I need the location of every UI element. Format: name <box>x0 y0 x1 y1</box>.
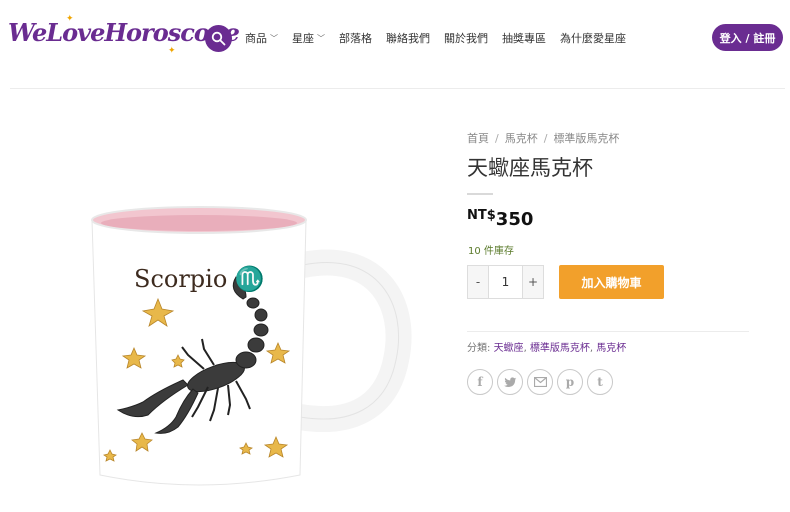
nav-item-products[interactable]: 商品 ﹀ <box>245 30 278 46</box>
share-buttons: f p t <box>467 369 613 395</box>
quantity-plus-button[interactable]: + <box>523 266 543 298</box>
mug-caption: Scorpio ♏ <box>134 265 265 293</box>
category-link-standard-mugs[interactable]: 標準版馬克杯 <box>530 343 590 354</box>
quantity-input[interactable] <box>488 266 523 298</box>
main-nav: 商品 ﹀ 星座 ﹀ 部落格 聯絡我們 關於我們 抽獎專區 為什麼愛星座 <box>245 30 640 46</box>
price-amount: 350 <box>495 209 534 230</box>
site-logo[interactable]: WeLoveHoroscope ✦ ✦ <box>8 12 240 64</box>
pinterest-icon: p <box>565 375 575 389</box>
logo-star-icon: ✦ <box>168 46 176 56</box>
nav-item-about[interactable]: 關於我們 <box>444 30 488 46</box>
facebook-share-button[interactable]: f <box>467 369 493 395</box>
category-label: 分類: <box>467 343 491 354</box>
header-divider <box>10 88 785 89</box>
logo-star-icon: ✦ <box>66 14 74 24</box>
nav-item-label: 抽獎專區 <box>502 32 546 45</box>
twitter-share-button[interactable] <box>497 369 523 395</box>
product-categories: 分類: 天蠍座, 標準版馬克杯, 馬克杯 <box>467 343 627 354</box>
stock-status: 10 件庫存 <box>468 246 514 257</box>
email-icon <box>533 377 547 387</box>
breadcrumb: 首頁 / 馬克杯 / 標準版馬克杯 <box>467 132 620 145</box>
facebook-icon: f <box>477 375 483 389</box>
nav-item-label: 聯絡我們 <box>386 32 430 45</box>
pinterest-share-button[interactable]: p <box>557 369 583 395</box>
quantity-stepper: - + <box>467 265 544 299</box>
tumblr-share-button[interactable]: t <box>587 369 613 395</box>
nav-item-label: 為什麼愛星座 <box>560 32 626 45</box>
twitter-icon <box>503 376 516 387</box>
product-title: 天蠍座馬克杯 <box>467 156 593 180</box>
chevron-down-icon: ﹀ <box>317 33 325 43</box>
search-button[interactable] <box>205 25 232 52</box>
nav-item-blog[interactable]: 部落格 <box>339 30 372 46</box>
site-header: WeLoveHoroscope ✦ ✦ 商品 ﹀ 星座 ﹀ 部落格 聯絡我們 關… <box>0 0 790 78</box>
login-register-button[interactable]: 登入 / 註冊 <box>712 24 783 51</box>
nav-item-label: 星座 <box>292 32 314 45</box>
search-icon <box>211 31 226 46</box>
nav-item-label: 商品 <box>245 32 267 45</box>
logo-text: WeLoveHoroscope <box>8 18 240 47</box>
breadcrumb-standard-mugs[interactable]: 標準版馬克杯 <box>553 132 619 145</box>
quantity-minus-button[interactable]: - <box>468 266 488 298</box>
nav-item-lottery[interactable]: 抽獎專區 <box>502 30 546 46</box>
breadcrumb-home[interactable]: 首頁 <box>467 132 489 145</box>
price-currency: NT$ <box>467 208 496 223</box>
title-divider <box>467 193 493 195</box>
mug-illustration: Scorpio ♏ <box>91 206 412 486</box>
product-price: NT$350 <box>467 208 533 230</box>
nav-item-label: 部落格 <box>339 32 372 45</box>
chevron-down-icon: ﹀ <box>270 33 278 43</box>
category-link-mugs[interactable]: 馬克杯 <box>596 343 626 354</box>
tumblr-icon: t <box>597 375 603 389</box>
nav-item-why[interactable]: 為什麼愛星座 <box>560 30 626 46</box>
email-share-button[interactable] <box>527 369 553 395</box>
category-link-scorpio[interactable]: 天蠍座 <box>494 343 524 354</box>
breadcrumb-mugs[interactable]: 馬克杯 <box>505 132 538 145</box>
nav-item-contact[interactable]: 聯絡我們 <box>386 30 430 46</box>
nav-item-label: 關於我們 <box>444 32 488 45</box>
add-to-cart-button[interactable]: 加入購物車 <box>559 265 664 299</box>
nav-item-zodiac[interactable]: 星座 ﹀ <box>292 30 325 46</box>
product-image[interactable]: Scorpio ♏ <box>78 195 418 495</box>
meta-divider <box>467 331 749 332</box>
